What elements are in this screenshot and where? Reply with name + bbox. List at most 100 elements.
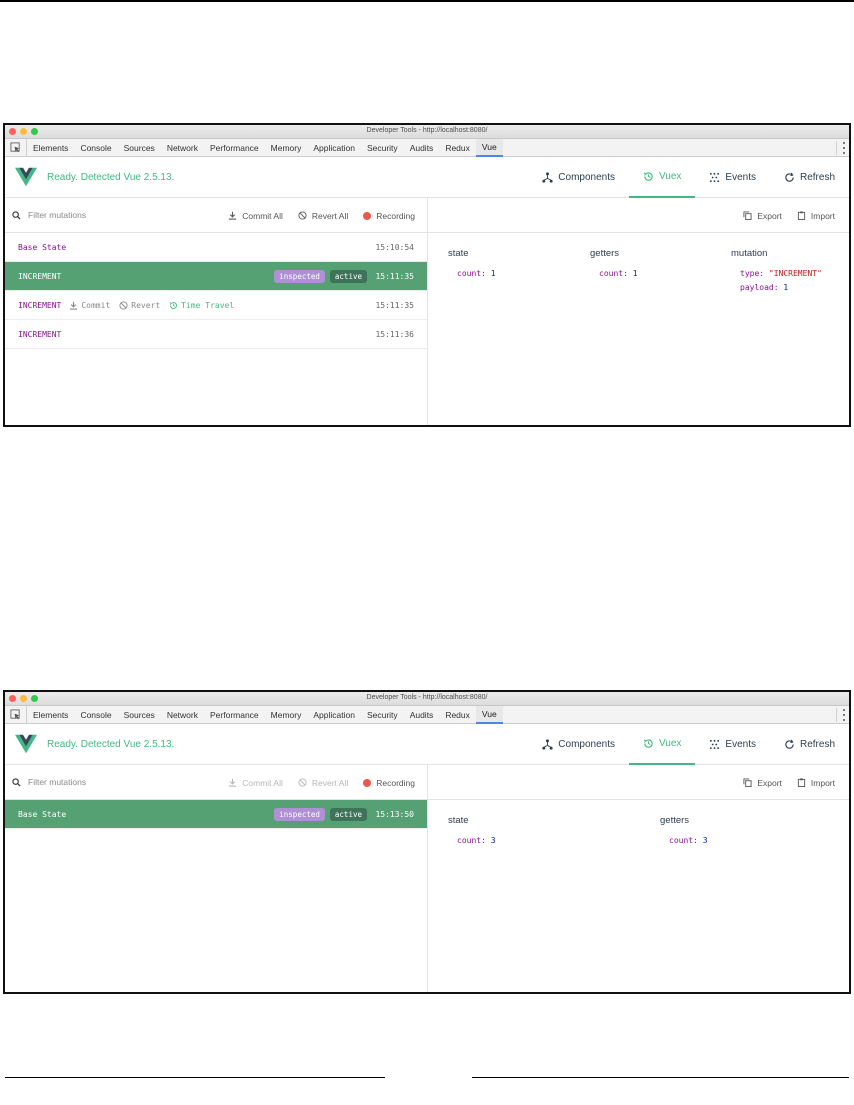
mutation-column: mutation type: "INCREMENT" payload: 1: [731, 248, 822, 295]
export-label: Export: [757, 777, 782, 788]
recording-toggle[interactable]: Recording: [363, 778, 415, 788]
refresh-button[interactable]: Refresh: [770, 157, 849, 198]
record-icon: [363, 778, 372, 787]
mutation-time: 15:11:36: [375, 329, 414, 339]
revert-all-button[interactable]: Revert All: [298, 778, 348, 788]
ready-status: Ready. Detected Vue 2.5.13.: [47, 738, 175, 750]
state-count-value: 3: [490, 836, 496, 845]
more-options-icon[interactable]: [836, 708, 845, 722]
mutation-details: type: "INCREMENT" payload: 1: [740, 267, 822, 295]
refresh-icon: [785, 739, 794, 749]
tab-memory[interactable]: Memory: [265, 706, 308, 724]
mutation-entry[interactable]: INCREMENT 15:11:36: [5, 320, 427, 349]
history-icon: [643, 739, 653, 748]
mutation-entry[interactable]: Base State inspected active 15:13:50: [5, 800, 427, 829]
commit-button[interactable]: Commit: [69, 301, 110, 310]
mutation-entry[interactable]: INCREMENT inspected active 15:11:35: [5, 262, 427, 291]
tab-security[interactable]: Security: [361, 139, 404, 157]
import-label: Import: [810, 210, 835, 221]
mutation-actions: Commit All Revert All Recording: [228, 765, 415, 800]
tab-application[interactable]: Application: [307, 706, 361, 724]
inspect-element-icon[interactable]: [5, 138, 27, 157]
tab-elements[interactable]: Elements: [27, 139, 74, 157]
tab-redux[interactable]: Redux: [439, 706, 476, 724]
tab-security[interactable]: Security: [361, 706, 404, 724]
clipboard-icon: [797, 778, 806, 787]
window-title: Developer Tools - http://localhost:8080/: [366, 694, 488, 701]
nav-events[interactable]: Events: [695, 724, 770, 765]
nav-components[interactable]: Components: [528, 157, 629, 198]
filter-mutations-input[interactable]: Filter mutations: [28, 210, 86, 220]
components-icon: [542, 739, 553, 750]
tab-sources[interactable]: Sources: [118, 706, 161, 724]
nav-events-label: Events: [725, 172, 756, 183]
nav-components-label: Components: [558, 739, 615, 750]
export-button[interactable]: Export: [743, 211, 782, 221]
mutation-name: INCREMENT: [18, 300, 62, 310]
ready-status: Ready. Detected Vue 2.5.13.: [47, 171, 175, 183]
time-travel-button[interactable]: Time Travel: [169, 301, 234, 310]
tab-memory[interactable]: Memory: [265, 139, 308, 157]
entry-tags: inspected active: [274, 807, 367, 821]
tab-audits[interactable]: Audits: [404, 139, 440, 157]
mutation-actions: Commit All Revert All Recording: [228, 198, 415, 233]
inspector-actions: Export Import: [743, 765, 835, 800]
tab-vue[interactable]: Vue: [475, 705, 503, 724]
vue-logo-icon: [15, 734, 37, 754]
nav-vuex[interactable]: Vuex: [628, 724, 696, 765]
tab-network[interactable]: Network: [161, 139, 204, 157]
refresh-label: Refresh: [799, 172, 835, 183]
commit-all-button[interactable]: Commit All: [228, 778, 283, 788]
getters-heading: getters: [590, 248, 620, 259]
tab-elements[interactable]: Elements: [27, 706, 74, 724]
clipboard-icon: [797, 211, 806, 220]
active-badge: active: [329, 807, 367, 821]
import-button[interactable]: Import: [797, 778, 835, 788]
mutation-payload-row: payload: 1: [740, 283, 789, 292]
mutation-entry[interactable]: Base State 15:10:54: [5, 233, 427, 262]
recording-toggle[interactable]: Recording: [363, 211, 415, 221]
mutation-entry[interactable]: INCREMENT Commit Revert Time Travel 15:1…: [5, 291, 427, 320]
filter-mutations-input[interactable]: Filter mutations: [28, 777, 86, 787]
getters-heading: getters: [660, 815, 690, 826]
devtools-window-1: Developer Tools - http://localhost:8080/…: [3, 123, 851, 427]
nav-components[interactable]: Components: [528, 724, 629, 765]
nav-vuex[interactable]: Vuex: [628, 157, 696, 198]
tab-sources[interactable]: Sources: [118, 139, 161, 157]
tab-audits[interactable]: Audits: [404, 706, 440, 724]
tab-network[interactable]: Network: [161, 706, 204, 724]
state-heading: state: [448, 815, 469, 826]
mutation-name: Base State: [18, 242, 67, 252]
download-icon: [229, 211, 237, 220]
more-options-icon[interactable]: [836, 141, 845, 155]
revert-all-label: Revert All: [311, 777, 349, 788]
revert-button[interactable]: Revert: [119, 301, 160, 310]
entry-tags: inspected active: [274, 269, 367, 283]
tab-vue[interactable]: Vue: [475, 138, 503, 157]
mutation-toolbar: Filter mutations Commit All Revert All R…: [5, 765, 427, 800]
inspect-element-icon[interactable]: [5, 705, 27, 724]
nav-events[interactable]: Events: [695, 157, 770, 198]
state-inspector-pane: Export Import state count: 1 getters cou…: [428, 198, 849, 425]
state-inspector-pane: Export Import state count: 3 getters cou…: [428, 765, 849, 992]
commit-all-button[interactable]: Commit All: [228, 211, 283, 221]
tab-performance[interactable]: Performance: [204, 139, 265, 157]
mutation-name: INCREMENT: [18, 271, 62, 281]
window-title: Developer Tools - http://localhost:8080/: [366, 127, 488, 134]
refresh-button[interactable]: Refresh: [770, 724, 849, 765]
tab-performance[interactable]: Performance: [204, 706, 265, 724]
tab-redux[interactable]: Redux: [439, 139, 476, 157]
record-icon: [363, 211, 372, 220]
mutation-name: Base State: [18, 809, 67, 819]
export-button[interactable]: Export: [743, 778, 782, 788]
components-icon: [542, 172, 553, 183]
download-icon: [229, 778, 237, 787]
import-button[interactable]: Import: [797, 211, 835, 221]
tab-console[interactable]: Console: [74, 139, 117, 157]
recording-label: Recording: [376, 777, 415, 788]
revert-all-button[interactable]: Revert All: [298, 211, 348, 221]
nav-vuex-label: Vuex: [658, 738, 682, 749]
mutation-type-value: "INCREMENT": [768, 269, 822, 278]
tab-application[interactable]: Application: [307, 139, 361, 157]
tab-console[interactable]: Console: [74, 706, 117, 724]
